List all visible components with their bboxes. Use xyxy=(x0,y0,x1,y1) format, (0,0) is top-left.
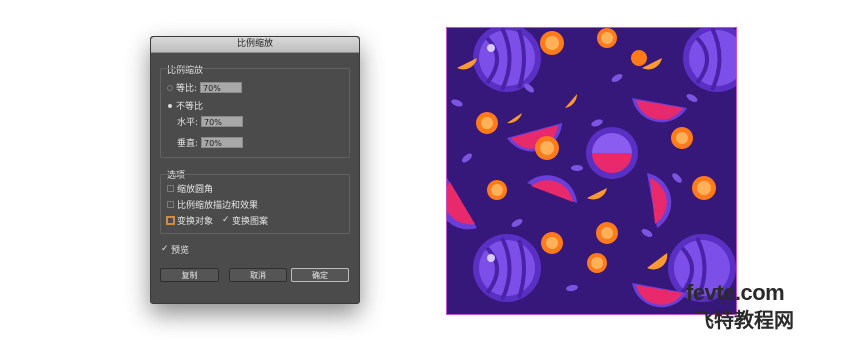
non-uniform-radio[interactable] xyxy=(168,103,172,108)
scale-strokes-checkbox[interactable] xyxy=(167,201,174,208)
transform-patterns-label: 变换图案 xyxy=(232,217,269,227)
uniform-radio[interactable] xyxy=(167,84,173,91)
watermark: fevte.com 飞特教程网 xyxy=(686,280,806,332)
cancel-button[interactable]: 取消 xyxy=(229,268,287,282)
uniform-label: 等比: xyxy=(176,84,198,94)
watermelon-icon xyxy=(473,234,541,302)
pattern-preview xyxy=(446,27,737,315)
transform-patterns-checkmark-icon[interactable]: ✓ xyxy=(222,216,230,225)
scale-corners-checkbox[interactable] xyxy=(167,185,174,192)
ok-button[interactable]: 确定 xyxy=(291,268,349,282)
transform-objects-label: 变换对象 xyxy=(177,217,214,227)
fruit-pattern-image xyxy=(447,28,736,314)
horizontal-label: 水平: xyxy=(177,118,199,128)
copy-button[interactable]: 复制 xyxy=(160,268,219,282)
scale-corners-option[interactable]: 缩放圆角 xyxy=(167,182,213,195)
watermelon-slice-icon xyxy=(586,127,638,179)
scale-dialog: 比例缩放 比例缩放 等比: 70% 不等比 水平: 70% 垂直: 70% 选项… xyxy=(150,36,360,304)
scale-strokes-label: 比例缩放描边和效果 xyxy=(177,201,259,211)
non-uniform-option[interactable]: 不等比 xyxy=(167,99,203,112)
preview-checkmark-icon[interactable]: ✓ xyxy=(161,245,169,254)
transform-row: 变换对象 ✓ 变换图案 xyxy=(166,214,269,227)
scale-corners-label: 缩放圆角 xyxy=(177,185,214,195)
horizontal-field[interactable]: 70% xyxy=(201,116,244,127)
dialog-title: 比例缩放 xyxy=(151,37,359,53)
vertical-field[interactable]: 70% xyxy=(201,137,244,148)
scale-strokes-option[interactable]: 比例缩放描边和效果 xyxy=(167,198,258,211)
vertical-row: 垂直: 70% xyxy=(177,136,244,149)
vertical-label: 垂直: xyxy=(177,139,199,149)
non-uniform-label: 不等比 xyxy=(176,102,204,112)
watermark-site: fevte.com xyxy=(686,280,785,305)
watermark-name: 飞特教程网 xyxy=(694,308,794,332)
horizontal-row: 水平: 70% xyxy=(177,115,244,128)
preview-label: 预览 xyxy=(171,246,190,256)
preview-option[interactable]: ✓ 预览 xyxy=(161,243,190,257)
transform-objects-checkbox[interactable] xyxy=(166,216,175,225)
uniform-field[interactable]: 70% xyxy=(200,82,243,93)
uniform-option[interactable]: 等比: 70% xyxy=(167,81,243,94)
